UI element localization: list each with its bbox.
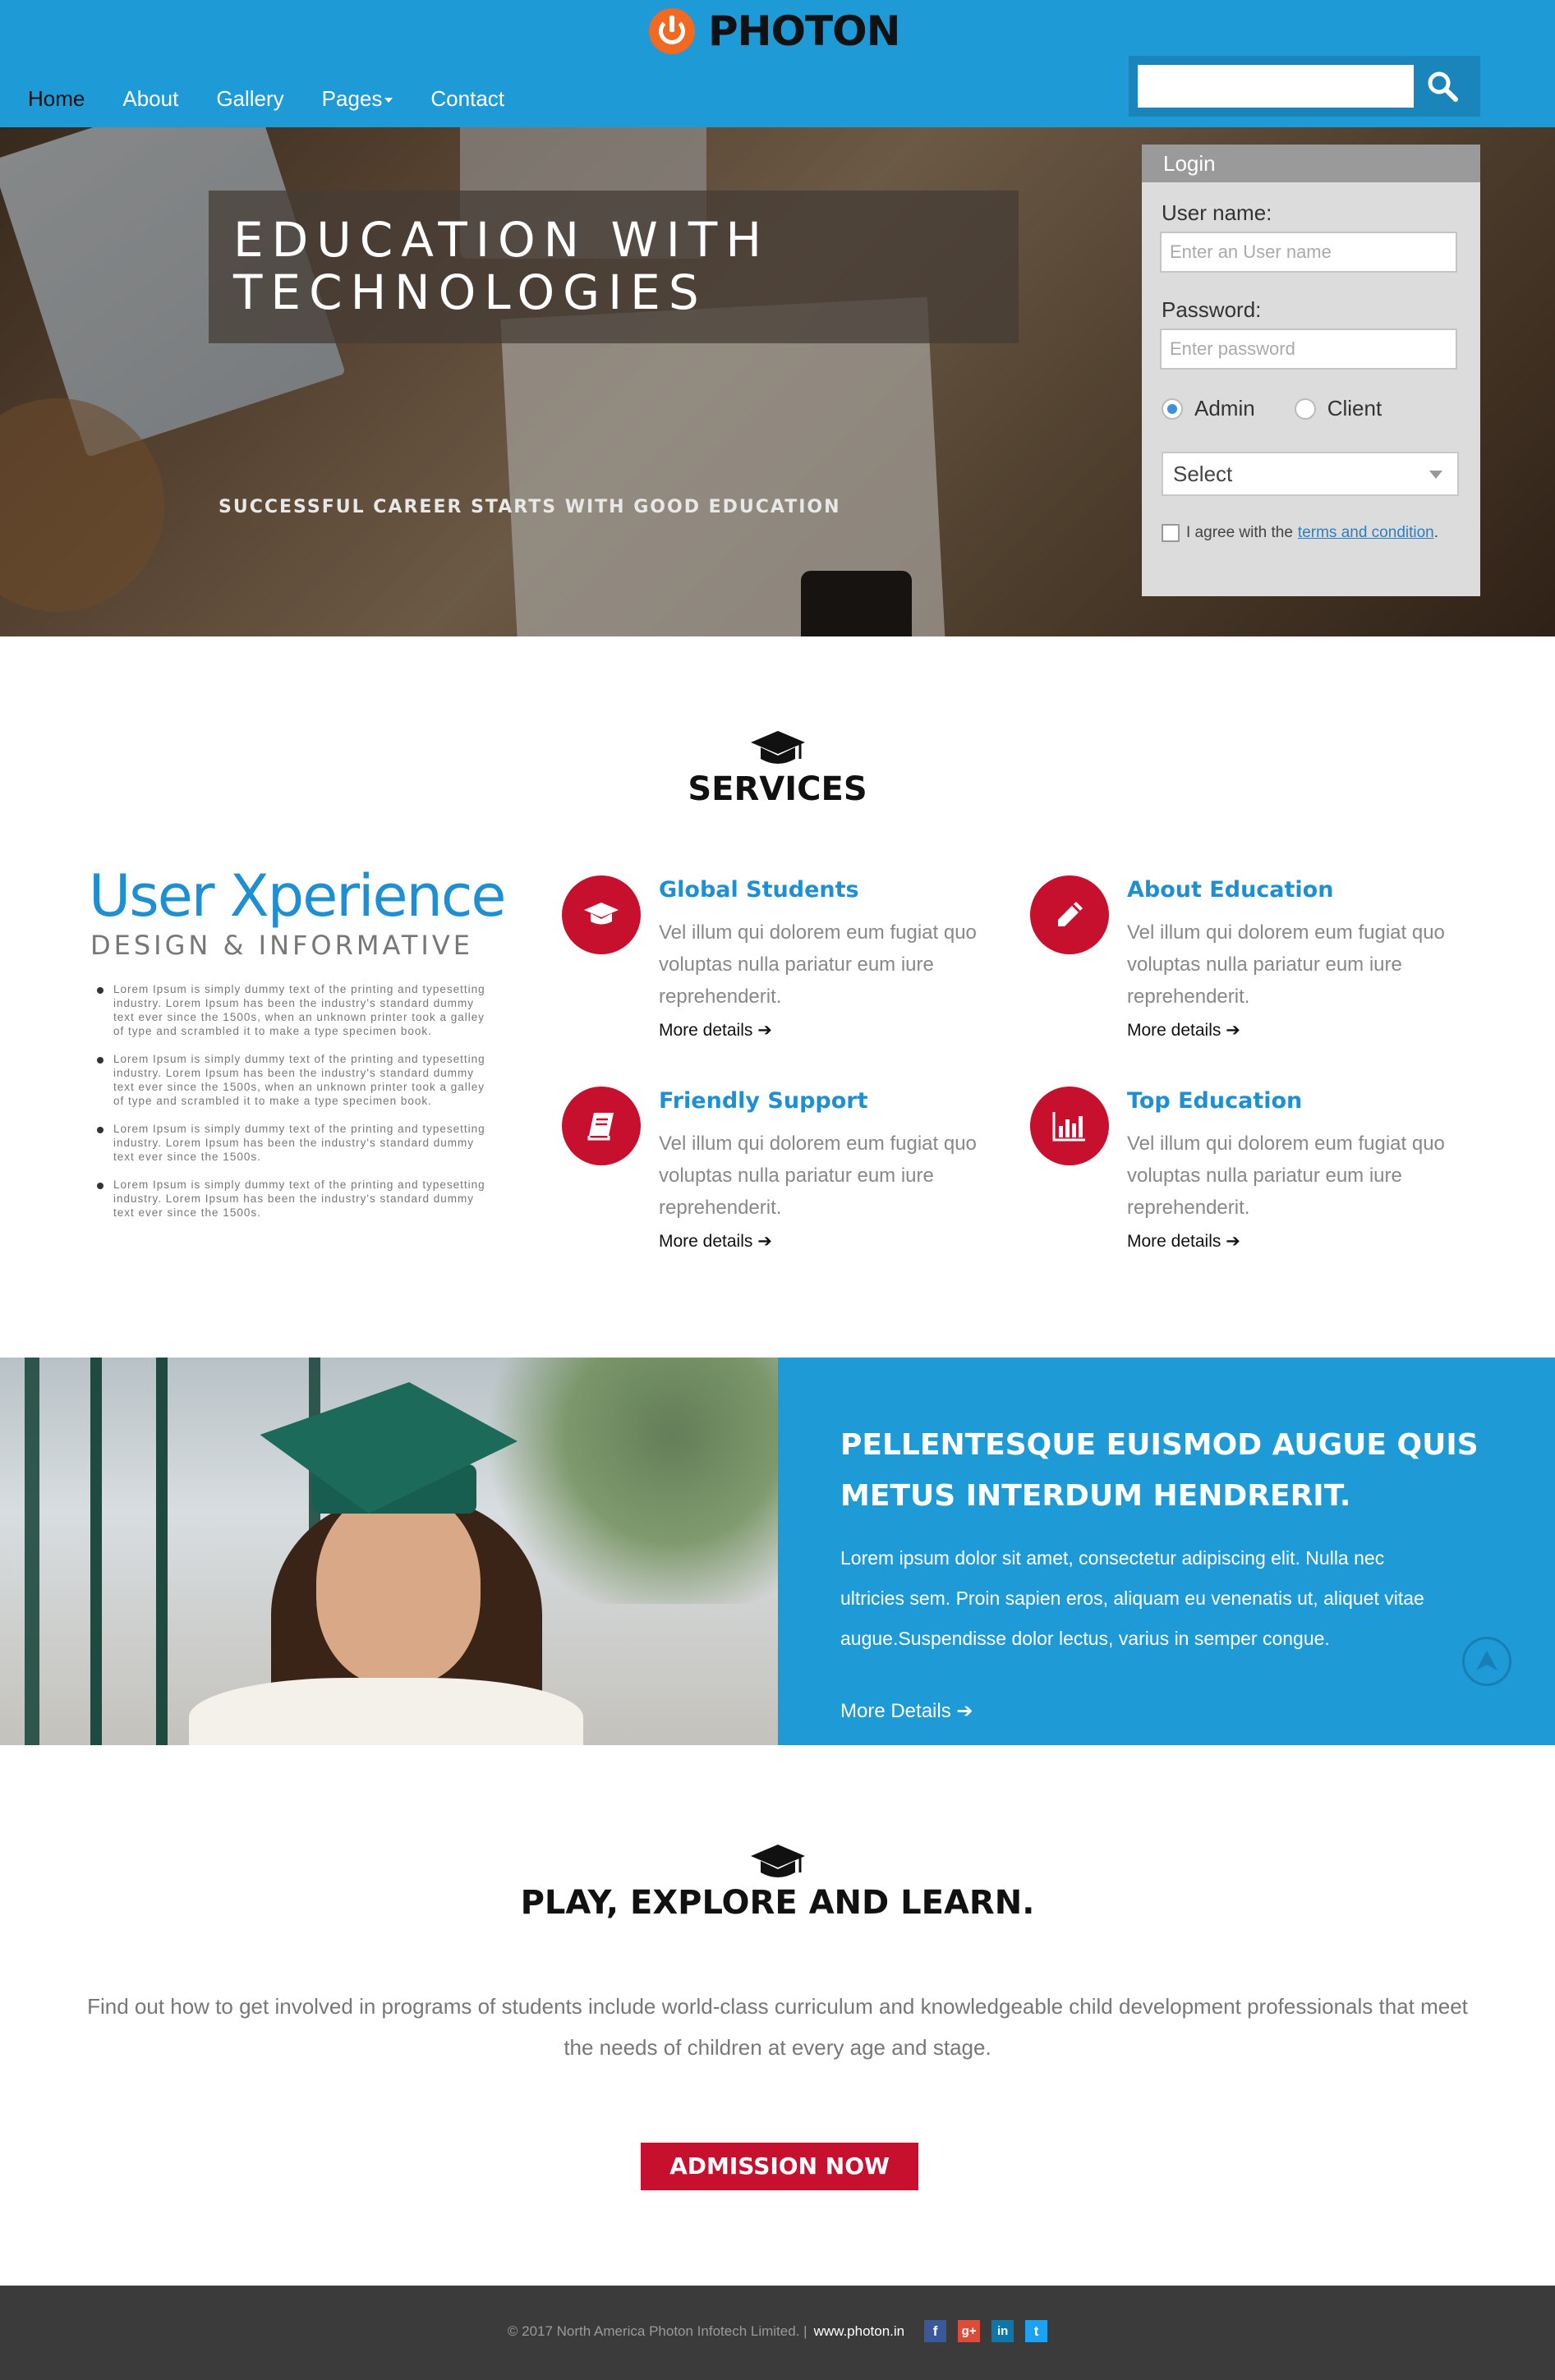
select-value: Select [1173, 462, 1233, 486]
hero-title: EDUCATION WITH TECHNOLOGIES [233, 214, 973, 319]
chevron-down-icon [1429, 471, 1442, 479]
password-field[interactable] [1160, 329, 1457, 370]
terms-period: . [1433, 524, 1439, 541]
ux-subtitle: DESIGN & INFORMATIVE [90, 930, 473, 961]
terms-agree: I agree with the terms and condition. [1162, 524, 1438, 542]
radio-admin[interactable] [1162, 397, 1183, 420]
terms-checkbox[interactable] [1162, 524, 1180, 542]
nav-about[interactable]: About [122, 82, 178, 115]
service-title[interactable]: About Education [1127, 877, 1333, 903]
username-label: User name: [1162, 200, 1272, 225]
search-bar [1129, 56, 1480, 117]
more-details-link[interactable]: More details ➔ [1127, 1231, 1240, 1252]
list-item: Lorem Ipsum is simply dummy text of the … [97, 1178, 491, 1220]
book-icon [587, 1113, 614, 1141]
admission-button[interactable]: ADMISSION NOW [641, 2143, 918, 2190]
nav-pages-label: Pages [321, 86, 383, 111]
back-to-top-button[interactable] [1462, 1637, 1511, 1686]
pencil-icon [1058, 902, 1083, 926]
services-heading: SERVICES [688, 770, 867, 808]
footer-row: © 2017 North America Photon Infotech Lim… [0, 2320, 1555, 2342]
feature-title: PELLENTESQUE EUISMOD AUGUE QUIS METUS IN… [840, 1428, 1479, 1513]
service-icon-badge [1030, 875, 1109, 954]
google-plus-icon[interactable]: g+ [958, 2320, 981, 2342]
graduation-cap-icon [751, 731, 805, 764]
play-text: Find out how to get involved in programs… [87, 1994, 1468, 2060]
service-title[interactable]: Friendly Support [659, 1088, 868, 1114]
feature-panel: PELLENTESQUE EUISMOD AUGUE QUIS METUS IN… [778, 1358, 1555, 1745]
facebook-icon[interactable]: f [924, 2320, 947, 2342]
search-input[interactable] [1138, 65, 1414, 108]
arrow-right-icon: ➔ [956, 1700, 973, 1722]
arrow-right-icon: ➔ [757, 1021, 772, 1040]
more-details-link[interactable]: More details ➔ [659, 1020, 772, 1041]
site-footer: © 2017 North America Photon Infotech Lim… [0, 2286, 1555, 2380]
linkedin-icon[interactable]: in [991, 2320, 1014, 2342]
list-item: Lorem Ipsum is simply dummy text of the … [97, 982, 491, 1038]
service-text: Vel illum qui dolorem eum fugiat quo vol… [1127, 921, 1445, 1008]
nav-gallery[interactable]: Gallery [216, 82, 283, 115]
arrow-right-icon: ➔ [1226, 1021, 1240, 1040]
power-icon [649, 8, 695, 54]
password-label: Password: [1162, 297, 1262, 322]
login-heading: Login [1142, 145, 1480, 182]
play-heading: PLAY, EXPLORE AND LEARN. [520, 1884, 1035, 1922]
logo[interactable]: PHOTON [649, 7, 900, 56]
service-icon-badge [562, 1087, 641, 1165]
logo-text: PHOTON [708, 7, 900, 55]
arrow-right-icon: ➔ [757, 1232, 772, 1251]
more-details-label: More details [659, 1232, 753, 1251]
ux-title: User Xperience [89, 862, 506, 930]
radio-client-label: Client [1327, 396, 1382, 420]
list-item: Lorem Ipsum is simply dummy text of the … [97, 1122, 491, 1164]
list-item: Lorem Ipsum is simply dummy text of the … [97, 1052, 491, 1108]
ux-list: Lorem Ipsum is simply dummy text of the … [97, 982, 491, 1234]
graduation-cap-icon [584, 903, 619, 925]
hero-title-line2: TECHNOLOGIES [233, 264, 707, 320]
graduation-cap-icon [751, 1845, 805, 1877]
search-icon [1428, 71, 1458, 102]
nav-home[interactable]: Home [28, 82, 85, 115]
role-select[interactable]: Select [1162, 452, 1459, 496]
more-details-label: More details [1127, 1021, 1221, 1040]
terms-link[interactable]: terms and condition [1298, 524, 1434, 542]
more-details-label: More details [1127, 1232, 1221, 1251]
site-link[interactable]: www.photon.in [814, 2323, 905, 2340]
more-details-link[interactable]: More details ➔ [659, 1231, 772, 1252]
username-field[interactable] [1160, 232, 1457, 273]
service-text: Vel illum qui dolorem eum fugiat quo vol… [659, 921, 977, 1008]
more-details-link[interactable]: More details ➔ [1127, 1020, 1240, 1041]
service-icon-badge [1030, 1087, 1109, 1165]
nav-pages[interactable]: Pages [322, 82, 393, 115]
arrow-up-icon [1476, 1651, 1497, 1670]
radio-client[interactable] [1294, 397, 1316, 420]
role-radio-group: Admin Client [1162, 396, 1382, 421]
search-button[interactable] [1414, 65, 1471, 108]
login-panel: Login User name: Password: Admin Client … [1142, 145, 1480, 596]
feature-text: Lorem ipsum dolor sit amet, consectetur … [840, 1547, 1424, 1649]
twitter-icon[interactable]: t [1025, 2320, 1048, 2342]
main-nav: Home About Gallery Pages Contact [0, 82, 514, 115]
nav-contact[interactable]: Contact [430, 82, 504, 115]
hero-subtitle: SUCCESSFUL CAREER STARTS WITH GOOD EDUCA… [219, 497, 841, 517]
graduate-photo [0, 1358, 778, 1745]
terms-text: I agree with the [1186, 524, 1293, 541]
caret-down-icon [384, 98, 393, 103]
service-text: Vel illum qui dolorem eum fugiat quo vol… [659, 1133, 977, 1219]
feature-more-label: More Details [840, 1700, 951, 1722]
service-title[interactable]: Global Students [659, 877, 859, 903]
service-title[interactable]: Top Education [1127, 1088, 1302, 1114]
service-text: Vel illum qui dolorem eum fugiat quo vol… [1127, 1133, 1445, 1219]
radio-admin-label: Admin [1194, 396, 1255, 420]
bar-chart-icon [1052, 1112, 1085, 1142]
copyright-text: © 2017 North America Photon Infotech Lim… [507, 2323, 807, 2339]
service-icon-badge [562, 875, 641, 954]
arrow-right-icon: ➔ [1226, 1232, 1240, 1251]
feature-more-link[interactable]: More Details ➔ [840, 1699, 973, 1723]
hero-title-line1: EDUCATION WITH [233, 212, 770, 268]
more-details-label: More details [659, 1021, 753, 1040]
site-header: PHOTON Home About Gallery Pages Contact [0, 0, 1555, 127]
